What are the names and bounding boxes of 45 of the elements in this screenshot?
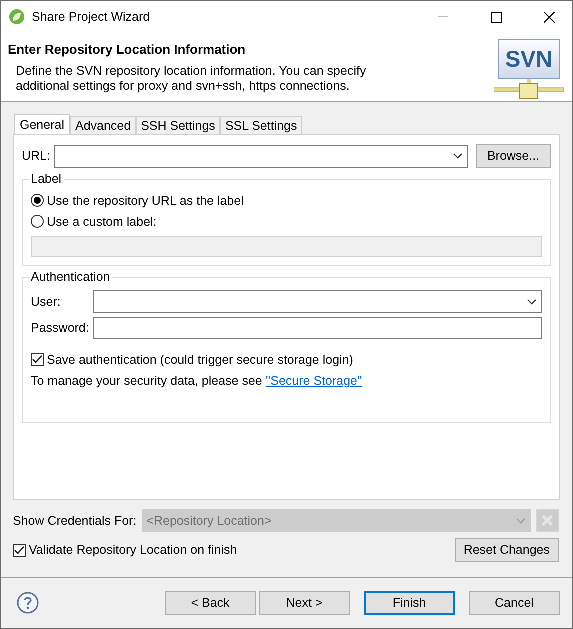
dialog-button[interactable]: Next > <box>259 591 350 615</box>
user-field[interactable] <box>93 290 542 313</box>
leaf-icon <box>9 9 25 25</box>
maximize-icon <box>490 12 502 22</box>
window-title: Share Project Wizard <box>32 10 152 24</box>
svn-logo: SVN <box>498 39 560 79</box>
browse-button[interactable]: Browse... <box>476 144 551 168</box>
dropdown-caret-icon <box>453 153 463 159</box>
page-title: Enter Repository Location Information <box>8 42 247 57</box>
radio-label: Use the repository URL as the label <box>47 194 244 208</box>
url-field[interactable] <box>54 144 468 168</box>
tab[interactable]: SSH Settings <box>136 116 220 134</box>
password-label: Password: <box>31 321 89 335</box>
checkbox-label: Validate Repository Location on finish <box>29 543 238 557</box>
password-field[interactable] <box>93 317 542 339</box>
dialog-button[interactable]: Finish <box>364 591 455 615</box>
checkbox[interactable] <box>13 544 26 556</box>
help-icon <box>17 592 39 614</box>
credentials-label: Show Credentials For: <box>13 514 137 528</box>
group-title: Label <box>29 172 64 186</box>
dropdown-caret-icon <box>516 518 526 524</box>
url-label: URL: <box>22 149 50 163</box>
group-title: Authentication <box>29 270 112 284</box>
connector-icon <box>494 79 564 101</box>
tab[interactable]: General <box>14 114 70 134</box>
dialog-button[interactable]: Cancel <box>469 591 560 615</box>
checkmark-icon <box>32 355 43 364</box>
dialog-button[interactable]: < Back <box>165 591 256 615</box>
minimize-icon <box>438 16 448 18</box>
tab[interactable]: Advanced <box>70 116 136 134</box>
dropdown-caret-icon <box>527 298 537 304</box>
secure-storage-link[interactable]: ''Secure Storage'' <box>266 374 362 388</box>
cross-icon <box>541 514 554 527</box>
radio-label: Use a custom label: <box>47 214 157 228</box>
checkbox-label: Save authentication (could trigger secure storage login) <box>47 352 354 366</box>
checkmark-icon <box>14 546 25 554</box>
checkbox[interactable] <box>31 353 44 366</box>
close-icon <box>544 12 554 22</box>
reset-changes-button[interactable]: Reset Changes <box>454 538 559 562</box>
page-description: Define the SVN repository location information. You can specify additional settings for proxy and svn+ssh, https connections. <box>16 64 368 94</box>
storage-note: To manage your security data, please see ''Secure Storage'' <box>31 374 364 388</box>
radio-button[interactable] <box>31 194 44 207</box>
tab[interactable]: SSL Settings <box>220 116 302 134</box>
radio-button[interactable] <box>31 215 44 228</box>
user-label: User: <box>31 294 62 308</box>
